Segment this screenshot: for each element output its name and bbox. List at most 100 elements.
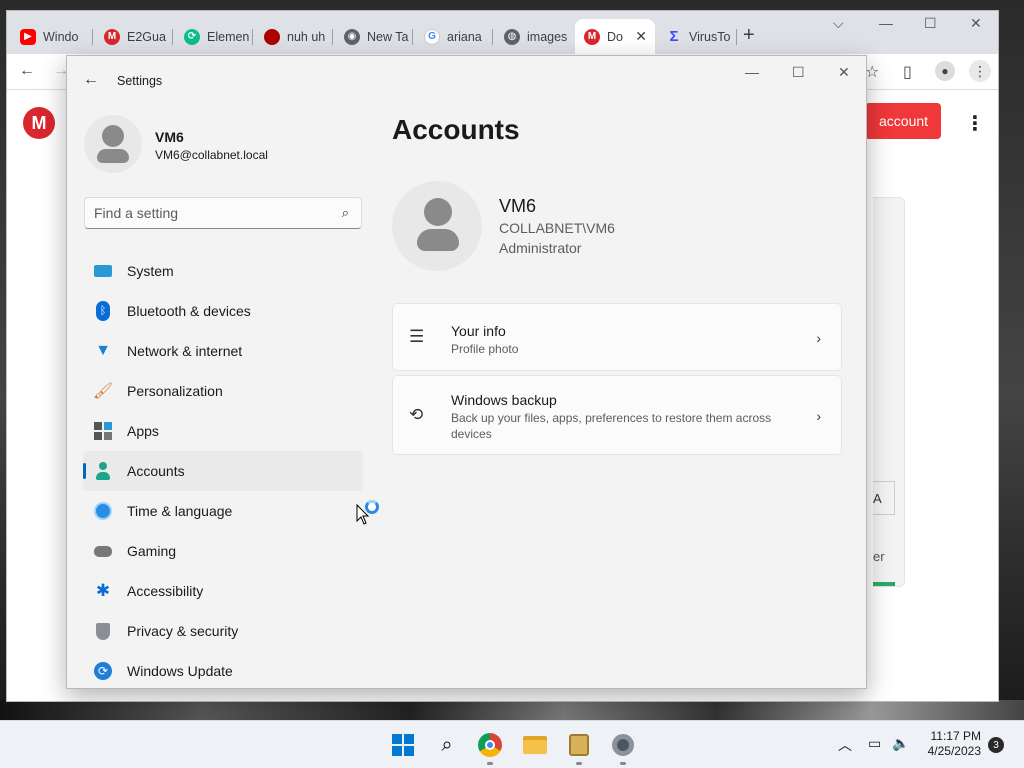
nav-label: Accessibility <box>127 583 204 599</box>
nav-item-bluetooth[interactable]: ᛒ Bluetooth & devices <box>83 291 363 331</box>
clock-date: 4/25/2023 <box>927 744 981 758</box>
nav-item-windows-update[interactable]: ⟳ Windows Update <box>83 651 363 688</box>
start-button[interactable] <box>389 731 417 759</box>
app-icon <box>569 734 589 756</box>
browser-tab-6[interactable]: G ariana <box>415 23 493 50</box>
browser-tab-2[interactable]: M E2Gua <box>95 23 173 50</box>
side-panel-icon[interactable]: ▯ <box>903 62 912 82</box>
shield-icon <box>93 621 113 641</box>
profile-icon[interactable]: ● <box>935 61 955 81</box>
nav-item-apps[interactable]: Apps <box>83 411 363 451</box>
chrome-menu-icon[interactable]: ⋮ <box>969 60 991 82</box>
nav-item-network[interactable]: ▼ Network & internet <box>83 331 363 371</box>
globe-clock-icon <box>93 501 113 521</box>
chrome-icon <box>478 733 502 757</box>
accessibility-icon: ✱ <box>95 581 111 600</box>
busy-spinner-icon <box>365 500 379 514</box>
tab-label: images <box>527 29 568 44</box>
mega-logo[interactable]: M <box>23 107 55 139</box>
minimize-button[interactable]: — <box>879 15 893 31</box>
new-tab-button[interactable]: + <box>743 25 755 45</box>
page-menu-icon[interactable]: ⋮ <box>965 111 985 136</box>
clock[interactable]: 11:17 PM 4/25/2023 <box>920 729 981 759</box>
file-explorer-button[interactable] <box>521 731 549 759</box>
nav-item-time-language[interactable]: Time & language <box>83 491 363 531</box>
chevron-up-icon[interactable]: ︿ <box>838 735 852 755</box>
settings-taskbar-button[interactable] <box>609 731 637 765</box>
card-subtitle: Profile photo <box>451 342 519 356</box>
back-arrow-icon[interactable]: ← <box>83 71 99 89</box>
browser-tab-9[interactable]: Σ VirusTo <box>657 23 737 50</box>
nav-item-system[interactable]: System <box>83 251 363 291</box>
app-taskbar-button[interactable] <box>565 731 593 765</box>
nav-item-privacy[interactable]: Privacy & security <box>83 611 363 651</box>
user-avatar[interactable] <box>84 115 142 173</box>
bluetooth-icon: ᛒ <box>93 301 113 321</box>
nav-label: Gaming <box>127 543 177 559</box>
browser-tab-5[interactable]: ◉ New Ta <box>335 23 413 50</box>
close-button[interactable]: ✕ <box>838 64 850 81</box>
notification-badge[interactable]: 3 <box>988 737 1004 753</box>
search-box[interactable]: ⌕ <box>84 197 362 229</box>
bookmark-star-icon[interactable]: ☆ <box>865 62 879 82</box>
nav-label: Windows Update <box>127 663 233 679</box>
maximize-button[interactable]: ☐ <box>792 64 805 81</box>
chrome-taskbar-button[interactable] <box>476 731 504 765</box>
create-account-button[interactable]: account <box>865 103 941 139</box>
window-title: Settings <box>117 74 163 88</box>
account-avatar[interactable] <box>392 181 482 271</box>
background-button[interactable]: A <box>873 481 895 515</box>
mega-icon: M <box>584 28 600 45</box>
tab-label: nuh uh <box>287 29 326 44</box>
nav-label: Apps <box>127 423 159 439</box>
wifi-icon: ▼ <box>95 342 111 359</box>
search-taskbar-button[interactable]: ⌕ <box>433 731 461 759</box>
nav-label: Network & internet <box>127 343 243 359</box>
back-arrow-icon[interactable]: ← <box>19 62 35 80</box>
apps-icon <box>93 421 113 441</box>
nav-item-gaming[interactable]: Gaming <box>83 531 363 571</box>
browser-tab-7[interactable]: ◍ images <box>495 23 573 50</box>
tab-label: VirusTo <box>689 29 731 44</box>
account-domain: COLLABNET\VM6 <box>499 220 615 236</box>
search-input[interactable] <box>94 205 324 221</box>
tab-label: New Ta <box>367 29 409 44</box>
card-title: Windows backup <box>451 392 557 408</box>
browser-tab-8-active[interactable]: M Do ✕ <box>575 19 655 54</box>
chevron-right-icon: › <box>816 408 821 424</box>
element-icon: ⟳ <box>184 28 200 45</box>
browser-tab-3[interactable]: ⟳ Elemen <box>175 23 253 50</box>
close-button[interactable]: ✕ <box>970 15 982 32</box>
tab-search-icon[interactable]: ⌵ <box>833 15 844 32</box>
browser-tab-1[interactable]: ▶ Windo <box>11 23 93 50</box>
search-icon: ⌕ <box>441 733 453 756</box>
close-tab-icon[interactable]: ✕ <box>635 28 647 45</box>
nav-item-accounts[interactable]: Accounts <box>83 451 363 491</box>
system-icon <box>93 261 113 281</box>
minimize-button[interactable]: — <box>745 64 759 80</box>
search-icon[interactable]: ⌕ <box>342 205 349 221</box>
maximize-button[interactable]: ☐ <box>924 15 937 32</box>
network-icon[interactable]: ▭ <box>868 735 881 752</box>
mega-icon: M <box>104 28 120 45</box>
tab-label: Windo <box>43 29 79 44</box>
wallpaper-band <box>0 700 1024 722</box>
tab-label: E2Gua <box>127 29 166 44</box>
volume-icon[interactable]: 🔈 <box>892 735 909 752</box>
browser-tab-4[interactable]: nuh uh <box>255 23 333 50</box>
account-role: Administrator <box>499 240 582 256</box>
nav-item-personalization[interactable]: 🖌 Personalization <box>83 371 363 411</box>
nav-label: Accounts <box>127 463 185 479</box>
update-icon: ⟳ <box>93 661 113 681</box>
card-title: Your info <box>451 323 506 339</box>
nav-label: Bluetooth & devices <box>127 303 251 319</box>
nav-item-accessibility[interactable]: ✱ Accessibility <box>83 571 363 611</box>
user-name: VM6 <box>155 129 184 145</box>
background-card <box>873 197 905 587</box>
user-email: VM6@collabnet.local <box>155 148 268 162</box>
your-info-card[interactable]: ☰ Your info Profile photo › <box>392 303 842 371</box>
page-title: Accounts <box>392 114 520 145</box>
virustotal-icon: Σ <box>669 28 679 45</box>
windows-backup-card[interactable]: ⟲ Windows backup Back up your files, app… <box>392 375 842 455</box>
tab-strip: ▶ Windo M E2Gua ⟳ Elemen nuh uh ◉ New Ta… <box>7 11 998 54</box>
